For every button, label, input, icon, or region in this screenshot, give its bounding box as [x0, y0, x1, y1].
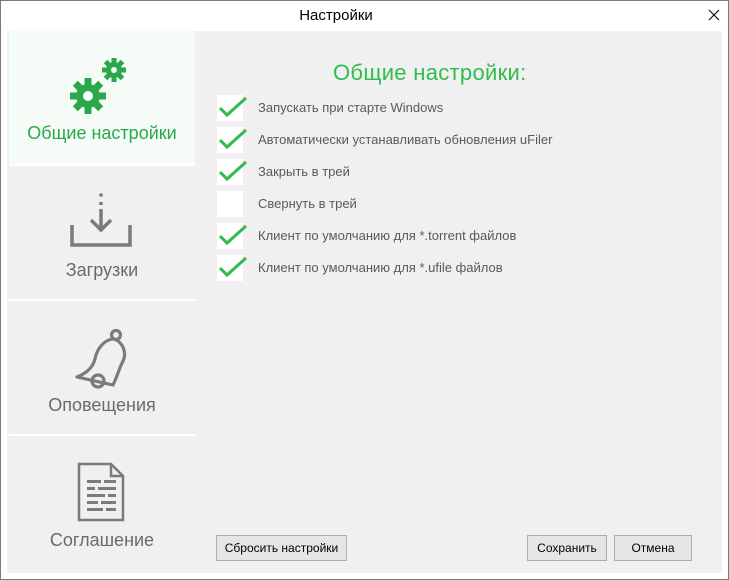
- save-button[interactable]: Сохранить: [527, 535, 607, 561]
- checkmark-icon: [218, 128, 247, 150]
- close-button[interactable]: [701, 3, 727, 27]
- option-auto-update[interactable]: Автоматически устанавливать обновления u…: [217, 127, 697, 153]
- sidebar-item-downloads[interactable]: Загрузки: [9, 166, 195, 299]
- option-default-torrent-client[interactable]: Клиент по умолчанию для *.torrent файлов: [217, 223, 697, 249]
- sidebar-item-general[interactable]: Общие настройки: [9, 31, 195, 164]
- section-heading: Общие настройки:: [333, 60, 527, 85]
- sidebar-item-label: Соглашение: [49, 530, 155, 550]
- option-start-with-windows[interactable]: Запускать при старте Windows: [217, 95, 697, 121]
- checkmark-icon: [218, 160, 247, 182]
- sidebar-item-label: Загрузки: [65, 260, 139, 280]
- option-label: Клиент по умолчанию для *.torrent файлов: [258, 228, 517, 243]
- option-label: Автоматически устанавливать обновления u…: [258, 132, 553, 147]
- option-default-ufile-client[interactable]: Клиент по умолчанию для *.ufile файлов: [217, 255, 697, 281]
- sidebar: Общие настройки Загрузки Оповещения Согл…: [7, 31, 195, 573]
- reset-settings-button[interactable]: Сбросить настройки: [216, 535, 347, 561]
- option-label: Клиент по умолчанию для *.ufile файлов: [258, 260, 503, 275]
- sidebar-item-label: Оповещения: [48, 395, 156, 415]
- checkmark-icon: [218, 96, 247, 118]
- option-label: Закрыть в трей: [258, 164, 350, 179]
- sidebar-item-agreement[interactable]: Соглашение: [9, 436, 195, 569]
- option-label: Запускать при старте Windows: [258, 100, 444, 115]
- close-icon: [708, 9, 720, 21]
- checkbox[interactable]: [217, 191, 243, 217]
- settings-window: Настройки Общие настройки Загрузки Опове…: [0, 0, 729, 580]
- checkmark-icon: [218, 224, 247, 246]
- bell-icon: [75, 328, 127, 389]
- download-icon: [70, 193, 132, 247]
- document-icon: [77, 462, 125, 522]
- sidebar-item-label: Общие настройки: [27, 123, 177, 143]
- option-minimize-to-tray[interactable]: Свернуть в трей: [217, 191, 697, 217]
- window-title: Настройки: [299, 7, 373, 24]
- title-bar: Настройки: [1, 1, 728, 31]
- gears-icon: [70, 58, 126, 114]
- sidebar-item-notifications[interactable]: Оповещения: [9, 301, 195, 434]
- cancel-button[interactable]: Отмена: [614, 535, 692, 561]
- dialog-body: Общие настройки Загрузки Оповещения Согл…: [7, 31, 722, 573]
- checkmark-icon: [218, 256, 247, 278]
- option-label: Свернуть в трей: [258, 196, 357, 211]
- option-close-to-tray[interactable]: Закрыть в трей: [217, 159, 697, 185]
